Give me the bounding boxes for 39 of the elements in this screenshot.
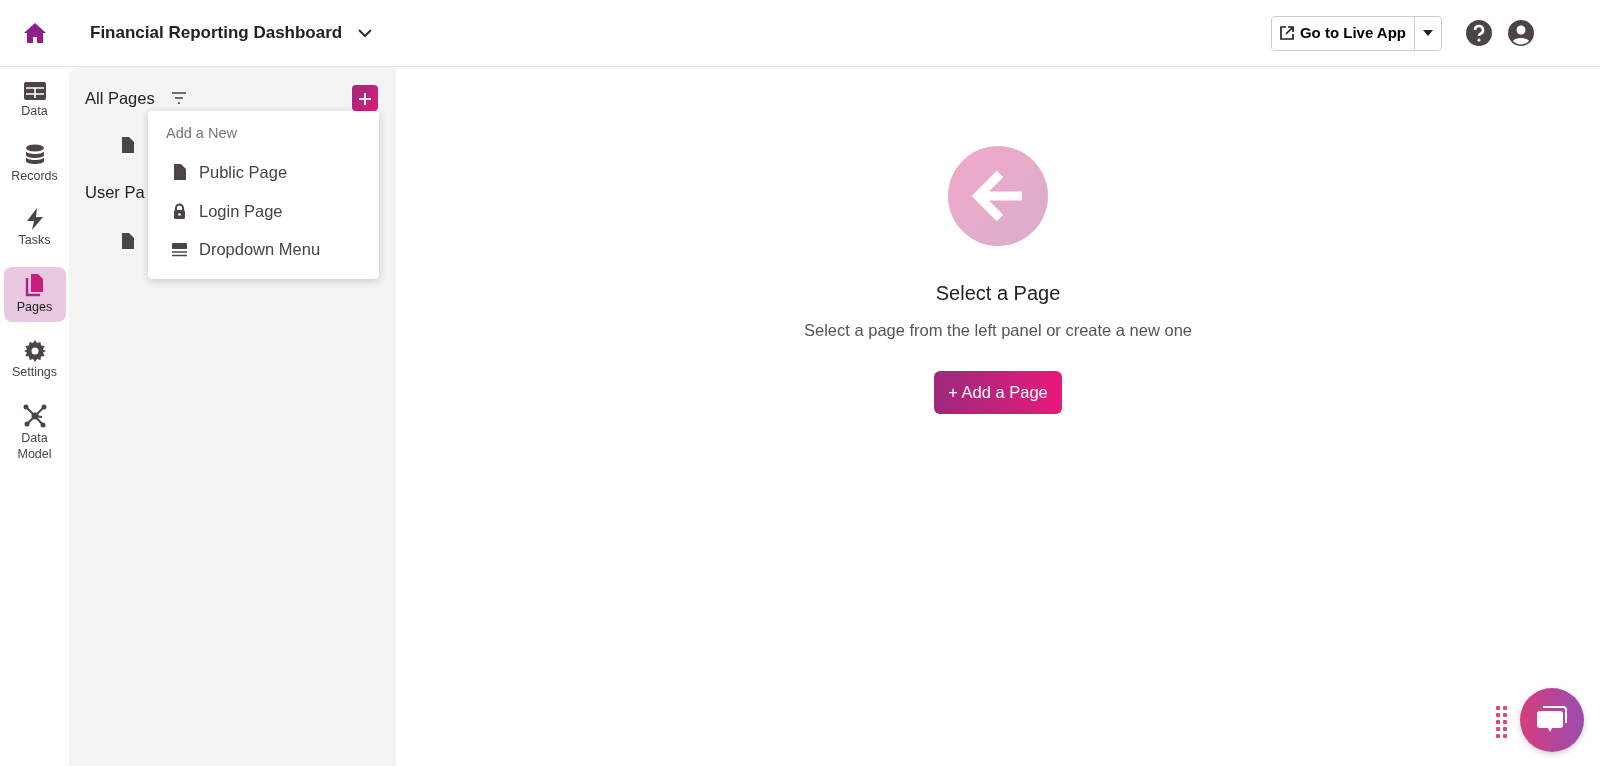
drag-handle-icon[interactable]: [1496, 706, 1508, 740]
nav-item[interactable]: Data Model: [3, 398, 66, 469]
filter-icon[interactable]: [170, 92, 187, 104]
section-heading: User Pa: [85, 181, 145, 203]
settings-icon: [23, 339, 46, 362]
lock-icon: [173, 202, 186, 219]
menu-heading: Add a New: [166, 125, 237, 141]
file-icon[interactable]: [121, 233, 134, 249]
menu-icon: [172, 242, 187, 257]
file-icon: [173, 164, 186, 181]
add-page-button[interactable]: [352, 85, 378, 111]
chevron-down-icon[interactable]: [358, 28, 373, 38]
plus-icon: [359, 93, 371, 106]
lightning-icon: [25, 208, 44, 231]
nav-item[interactable]: Data: [3, 75, 66, 126]
table-icon: [22, 81, 47, 101]
database-icon: [24, 143, 45, 166]
chat-button[interactable]: [1520, 688, 1584, 752]
caret-icon: [1423, 30, 1433, 36]
panel-title: All Pages: [85, 87, 155, 109]
app-title: Financial Reporting Dashboard: [90, 22, 343, 45]
menu-item[interactable]: Login Page: [148, 191, 379, 231]
pages-icon: [24, 272, 45, 297]
menu-item[interactable]: Public Page: [148, 152, 379, 192]
help-icon[interactable]: [1466, 20, 1492, 46]
nav-item[interactable]: Records: [3, 137, 66, 191]
external-link-icon: [1279, 26, 1294, 40]
nav-item[interactable]: Settings: [3, 333, 66, 387]
network-icon: [22, 404, 47, 429]
go-to-live-app-button[interactable]: Go to Live App: [1271, 16, 1415, 50]
add-page-button[interactable]: + Add a Page: [934, 370, 1062, 414]
user-avatar-icon[interactable]: [1508, 20, 1534, 46]
nav-item[interactable]: Tasks: [3, 202, 66, 255]
nav-item[interactable]: Pages: [3, 266, 66, 322]
empty-state-title: Select a Page: [935, 281, 1061, 306]
empty-state-message: Select a page from the left panel or create a new one: [804, 320, 1192, 341]
file-icon[interactable]: [121, 137, 134, 153]
menu-item[interactable]: Dropdown Menu: [148, 230, 379, 269]
home-icon[interactable]: [22, 22, 47, 44]
